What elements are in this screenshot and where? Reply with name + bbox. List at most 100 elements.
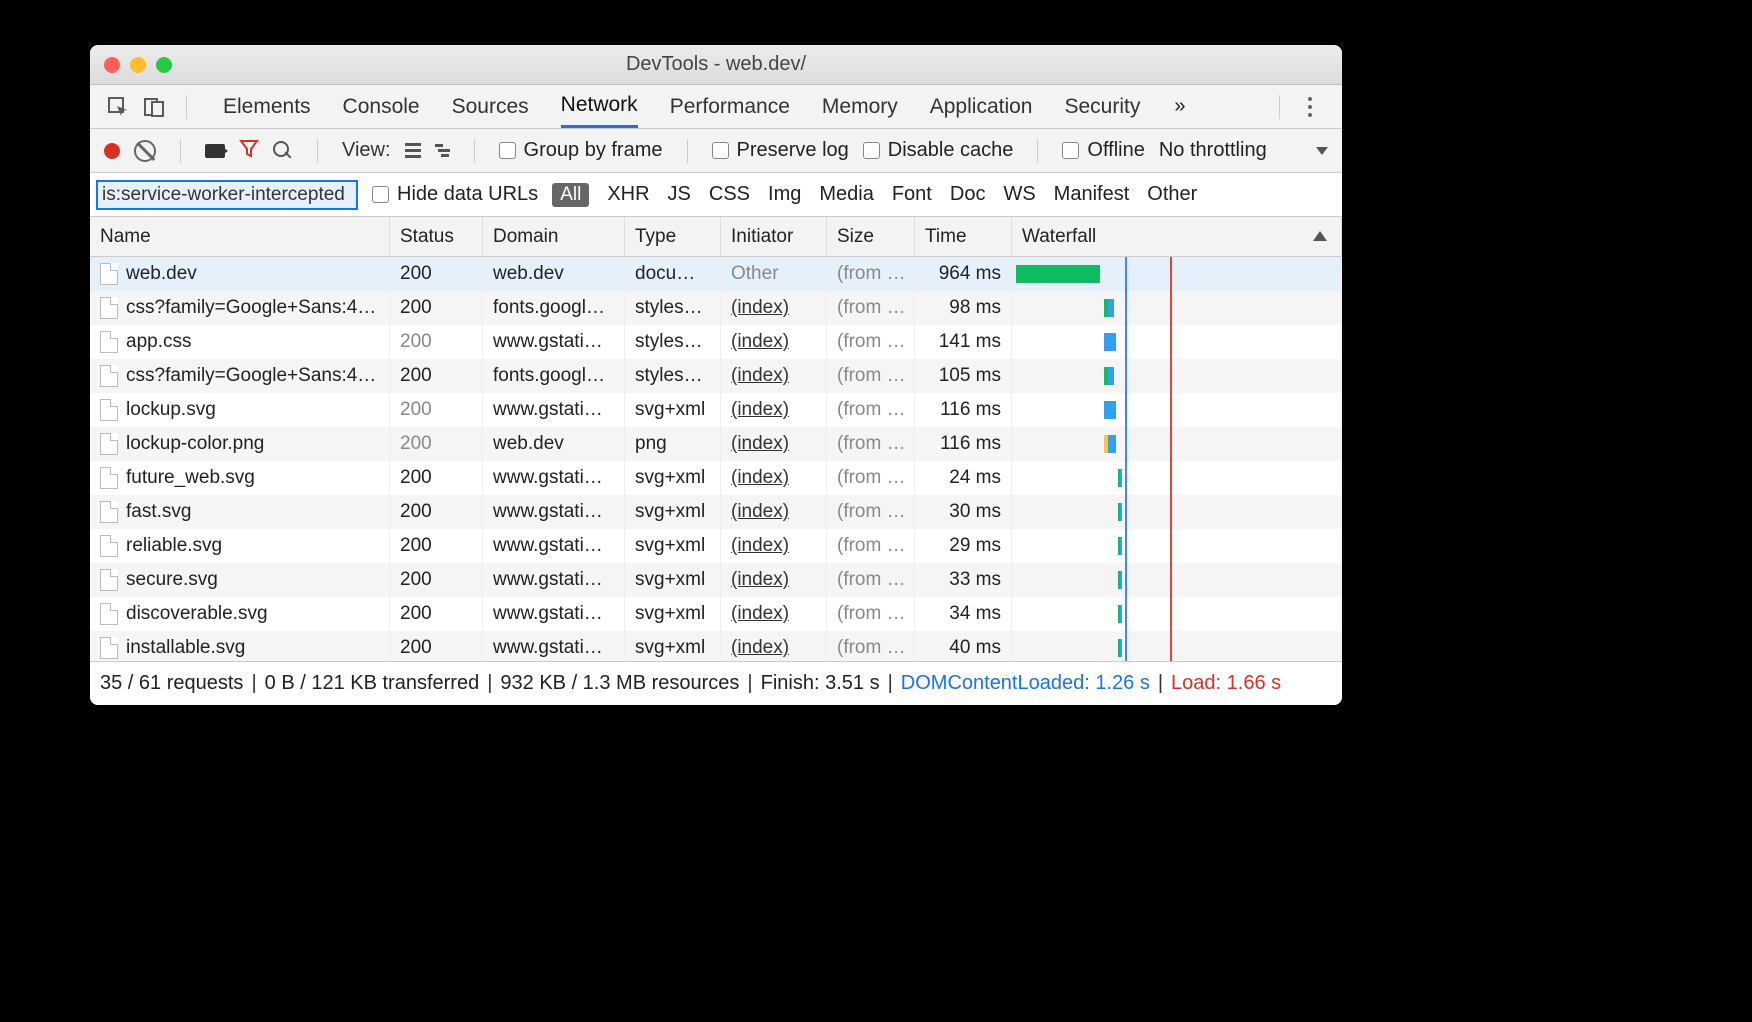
table-row[interactable]: reliable.svg200www.gstati…svg+xml(index)… — [90, 529, 1342, 563]
filter-type-other[interactable]: Other — [1147, 183, 1197, 206]
preserve-log-checkbox[interactable]: Preserve log — [712, 139, 849, 162]
request-type: svg+xml — [625, 393, 721, 427]
inspect-icon[interactable] — [104, 93, 132, 121]
table-row[interactable]: css?family=Google+Sans:4…200fonts.googl…… — [90, 359, 1342, 393]
request-type: svg+xml — [625, 631, 721, 661]
more-tabs-button[interactable]: » — [1174, 86, 1185, 128]
table-row[interactable]: web.dev200web.devdocu…Other(from …964 ms — [90, 257, 1342, 291]
table-header: Name Status Domain Type Initiator Size T… — [90, 217, 1342, 257]
table-row[interactable]: lockup-color.png200web.devpng(index)(fro… — [90, 427, 1342, 461]
table-row[interactable]: discoverable.svg200www.gstati…svg+xml(in… — [90, 597, 1342, 631]
filter-type-manifest[interactable]: Manifest — [1054, 183, 1130, 206]
filter-type-css[interactable]: CSS — [709, 183, 750, 206]
throttling-select[interactable]: No throttling — [1159, 139, 1267, 162]
request-initiator[interactable]: (index) — [721, 631, 827, 661]
request-type: styles… — [625, 325, 721, 359]
settings-menu-button[interactable] — [1298, 95, 1322, 119]
file-icon — [100, 535, 118, 557]
request-size: (from … — [827, 257, 915, 291]
filter-type-doc[interactable]: Doc — [950, 183, 986, 206]
filter-type-font[interactable]: Font — [892, 183, 932, 206]
request-name: reliable.svg — [126, 535, 222, 557]
separator — [687, 139, 688, 163]
col-status[interactable]: Status — [390, 217, 483, 256]
request-initiator[interactable]: (index) — [721, 359, 827, 393]
request-status: 200 — [390, 597, 483, 631]
request-time: 40 ms — [915, 631, 1012, 661]
col-domain[interactable]: Domain — [483, 217, 625, 256]
tab-performance[interactable]: Performance — [670, 86, 790, 128]
table-row[interactable]: app.css200www.gstati…styles…(index)(from… — [90, 325, 1342, 359]
request-size: (from … — [827, 359, 915, 393]
col-type[interactable]: Type — [625, 217, 721, 256]
request-initiator[interactable]: (index) — [721, 597, 827, 631]
table-row[interactable]: installable.svg200www.gstati…svg+xml(ind… — [90, 631, 1342, 661]
request-initiator[interactable]: (index) — [721, 529, 827, 563]
separator — [180, 139, 181, 163]
zoom-button[interactable] — [156, 57, 172, 73]
request-status: 200 — [390, 427, 483, 461]
request-size: (from … — [827, 393, 915, 427]
col-size[interactable]: Size — [827, 217, 915, 256]
tab-console[interactable]: Console — [343, 86, 420, 128]
table-row[interactable]: future_web.svg200www.gstati…svg+xml(inde… — [90, 461, 1342, 495]
request-initiator[interactable]: (index) — [721, 325, 827, 359]
filter-type-media[interactable]: Media — [819, 183, 873, 206]
hide-data-urls-checkbox[interactable]: Hide data URLs — [372, 183, 538, 206]
tab-application[interactable]: Application — [930, 86, 1033, 128]
close-button[interactable] — [104, 57, 120, 73]
request-status: 200 — [390, 495, 483, 529]
screenshot-icon[interactable] — [205, 144, 225, 158]
record-button[interactable] — [104, 143, 120, 159]
filter-type-js[interactable]: JS — [668, 183, 691, 206]
table-row[interactable]: secure.svg200www.gstati…svg+xml(index)(f… — [90, 563, 1342, 597]
minimize-button[interactable] — [130, 57, 146, 73]
group-by-frame-checkbox[interactable]: Group by frame — [499, 139, 663, 162]
offline-checkbox[interactable]: Offline — [1062, 139, 1144, 162]
filter-type-img[interactable]: Img — [768, 183, 801, 206]
table-row[interactable]: lockup.svg200www.gstati…svg+xml(index)(f… — [90, 393, 1342, 427]
request-domain: www.gstati… — [483, 597, 625, 631]
table-row[interactable]: fast.svg200www.gstati…svg+xml(index)(fro… — [90, 495, 1342, 529]
tab-elements[interactable]: Elements — [223, 86, 311, 128]
request-initiator[interactable]: (index) — [721, 495, 827, 529]
request-initiator[interactable]: (index) — [721, 461, 827, 495]
request-initiator[interactable]: (index) — [721, 563, 827, 597]
waterfall-view-icon[interactable] — [435, 144, 450, 157]
request-size: (from … — [827, 495, 915, 529]
request-initiator[interactable]: (index) — [721, 427, 827, 461]
request-status: 200 — [390, 393, 483, 427]
col-name[interactable]: Name — [90, 217, 390, 256]
filter-type-all[interactable]: All — [552, 183, 589, 207]
request-waterfall — [1012, 325, 1342, 359]
dropdown-icon[interactable] — [1316, 147, 1328, 155]
clear-button[interactable] — [134, 140, 156, 162]
col-time[interactable]: Time — [915, 217, 1012, 256]
large-rows-icon[interactable] — [405, 143, 421, 158]
table-row[interactable]: css?family=Google+Sans:4…200fonts.googl…… — [90, 291, 1342, 325]
request-initiator[interactable]: (index) — [721, 393, 827, 427]
request-time: 141 ms — [915, 325, 1012, 359]
tab-security[interactable]: Security — [1064, 86, 1140, 128]
filter-toggle-icon[interactable] — [239, 138, 259, 164]
request-size: (from … — [827, 529, 915, 563]
tab-memory[interactable]: Memory — [822, 86, 898, 128]
request-size: (from … — [827, 597, 915, 631]
request-time: 105 ms — [915, 359, 1012, 393]
tab-network[interactable]: Network — [561, 86, 638, 128]
request-status: 200 — [390, 631, 483, 661]
request-table: web.dev200web.devdocu…Other(from …964 ms… — [90, 257, 1342, 661]
disable-cache-checkbox[interactable]: Disable cache — [863, 139, 1014, 162]
filter-type-ws[interactable]: WS — [1003, 183, 1035, 206]
request-name: secure.svg — [126, 569, 218, 591]
tab-sources[interactable]: Sources — [452, 86, 529, 128]
request-time: 116 ms — [915, 427, 1012, 461]
search-icon[interactable] — [273, 141, 293, 161]
filter-type-xhr[interactable]: XHR — [607, 183, 649, 206]
request-domain: web.dev — [483, 427, 625, 461]
request-initiator[interactable]: (index) — [721, 291, 827, 325]
col-waterfall[interactable]: Waterfall — [1012, 217, 1342, 256]
device-mode-icon[interactable] — [140, 93, 168, 121]
col-initiator[interactable]: Initiator — [721, 217, 827, 256]
filter-input[interactable] — [96, 180, 358, 210]
